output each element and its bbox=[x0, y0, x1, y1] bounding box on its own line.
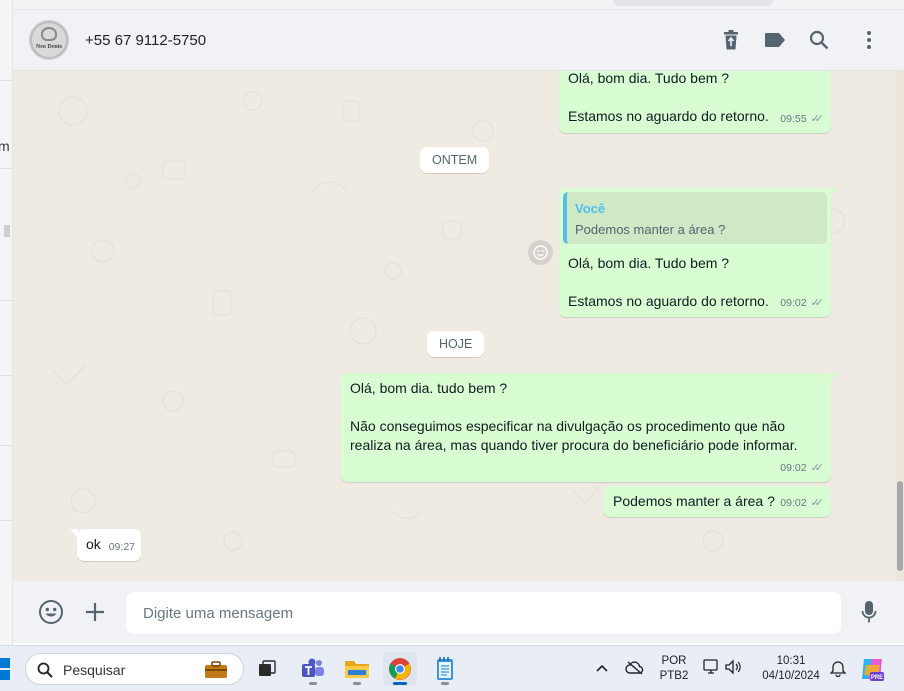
message-bubble-outgoing[interactable]: Olá, bom dia. tudo bem ? Não conseguimos… bbox=[341, 373, 838, 482]
taskbar-search-label: Pesquisar bbox=[63, 662, 126, 678]
quoted-message[interactable]: Você Podemos manter a área ? bbox=[563, 192, 827, 244]
contact-avatar[interactable]: Neo Dents bbox=[29, 20, 69, 60]
message-text: realiza na área, mas quando tiver procur… bbox=[350, 437, 798, 453]
clock[interactable]: 10:31 04/10/2024 bbox=[756, 654, 826, 684]
chat-messages-area[interactable]: Olá, bom dia. Tudo bem ? Estamos no agua… bbox=[13, 71, 904, 581]
message-time: 09:02 bbox=[780, 297, 807, 309]
microphone-icon[interactable] bbox=[855, 598, 883, 626]
browser-top-strip bbox=[13, 0, 904, 10]
emoji-icon[interactable] bbox=[37, 598, 65, 626]
message-composer bbox=[13, 581, 904, 643]
copilot-icon[interactable]: PRE bbox=[858, 655, 886, 688]
file-explorer-icon[interactable] bbox=[340, 652, 374, 686]
message-time: 09:02 bbox=[780, 497, 807, 509]
quoted-author: Você bbox=[575, 201, 606, 216]
chevron-up-icon[interactable] bbox=[596, 660, 608, 678]
contact-name[interactable]: +55 67 9112-5750 bbox=[85, 32, 206, 49]
message-text: Estamos no aguardo do retorno. bbox=[568, 293, 769, 309]
message-bubble-outgoing[interactable]: Podemos manter a área ? 09:02 ✓✓ bbox=[603, 486, 831, 517]
search-icon bbox=[37, 662, 53, 678]
message-text: ok bbox=[86, 536, 101, 552]
message-meta: 09:55 ✓✓ bbox=[780, 110, 825, 129]
chat-header: Neo Dents +55 67 9112-5750 bbox=[13, 10, 904, 71]
read-receipt-icon: ✓✓ bbox=[810, 497, 825, 509]
teams-icon[interactable] bbox=[296, 652, 330, 686]
more-icon[interactable] bbox=[857, 28, 881, 52]
message-bubble-outgoing[interactable]: Você Podemos manter a área ? Olá, bom di… bbox=[559, 188, 838, 317]
react-emoji-icon[interactable] bbox=[528, 240, 553, 265]
screen: m Neo Dents +55 67 9112-5750 bbox=[0, 0, 904, 691]
delete-icon[interactable] bbox=[719, 28, 743, 52]
read-receipt-icon: ✓✓ bbox=[810, 113, 825, 125]
quoted-text: Podemos manter a área ? bbox=[575, 222, 726, 237]
scrollbar-thumb[interactable] bbox=[897, 481, 903, 571]
widgets-icon[interactable] bbox=[204, 661, 228, 679]
clock-time: 10:31 bbox=[776, 655, 806, 667]
volume-icon[interactable] bbox=[724, 658, 742, 681]
message-text: Olá, bom dia. tudo bem ? bbox=[350, 380, 508, 396]
network-icon[interactable] bbox=[702, 658, 720, 681]
chrome-icon[interactable] bbox=[383, 652, 417, 686]
date-divider: ONTEM bbox=[420, 147, 490, 173]
plus-icon[interactable] bbox=[81, 598, 109, 626]
windows-taskbar: Pesquisar POR PTB2 10:31 04/10/2024 PRE bbox=[0, 645, 904, 691]
message-text: Podemos manter a área ? bbox=[613, 493, 775, 509]
search-icon[interactable] bbox=[807, 28, 831, 52]
task-view-icon[interactable] bbox=[250, 652, 284, 686]
message-time: 09:02 bbox=[780, 462, 807, 474]
message-bubble-incoming[interactable]: ok 09:27 bbox=[70, 529, 141, 561]
message-meta: 09:02 ✓✓ bbox=[780, 294, 825, 313]
message-bubble-outgoing[interactable]: Olá, bom dia. Tudo bem ? Estamos no agua… bbox=[559, 71, 831, 133]
start-button[interactable] bbox=[0, 658, 12, 680]
language-indicator[interactable]: POR PTB2 bbox=[659, 654, 689, 684]
background-window-sliver: m bbox=[0, 0, 13, 645]
read-receipt-icon: ✓✓ bbox=[810, 297, 825, 309]
taskbar-search[interactable]: Pesquisar bbox=[25, 653, 244, 685]
message-text: Não conseguimos especificar na divulgaçã… bbox=[350, 418, 786, 434]
message-text: Estamos no aguardo do retorno. bbox=[568, 108, 769, 124]
message-time: 09:55 bbox=[780, 113, 807, 125]
message-meta: 09:02 ✓✓ bbox=[780, 459, 825, 478]
message-meta: 09:27 bbox=[109, 538, 135, 557]
message-time: 09:27 bbox=[108, 541, 135, 553]
keyboard-layout: PTB2 bbox=[659, 670, 689, 682]
background-text-fragment: m bbox=[0, 138, 10, 154]
message-text: Olá, bom dia. Tudo bem ? bbox=[568, 255, 730, 271]
message-input[interactable] bbox=[126, 592, 841, 634]
label-icon[interactable] bbox=[763, 28, 787, 52]
chat-scrollbar[interactable] bbox=[896, 71, 904, 581]
message-meta: 09:02 ✓✓ bbox=[780, 494, 825, 513]
svg-text:PRE: PRE bbox=[871, 675, 883, 681]
avatar-brand-text: Neo Dents bbox=[35, 44, 63, 50]
notepad-icon[interactable] bbox=[428, 652, 462, 686]
onedrive-icon[interactable] bbox=[625, 660, 645, 681]
language-code: POR bbox=[661, 655, 687, 667]
notification-bell-icon[interactable] bbox=[829, 659, 847, 682]
background-scrollbar bbox=[4, 225, 10, 237]
date-divider: HOJE bbox=[427, 331, 485, 357]
message-text: Olá, bom dia. Tudo bem ? bbox=[568, 71, 730, 86]
clock-date: 04/10/2024 bbox=[762, 670, 820, 682]
read-receipt-icon: ✓✓ bbox=[810, 462, 825, 474]
